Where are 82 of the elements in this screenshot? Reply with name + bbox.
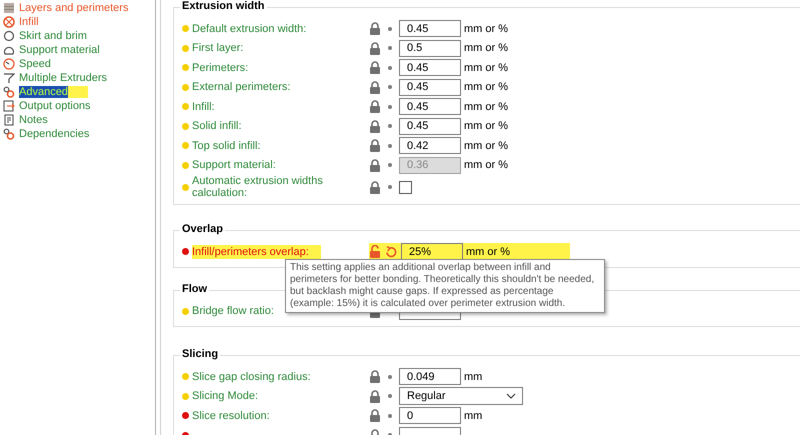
group-title: Flow — [180, 282, 210, 294]
unit-label: mm — [464, 370, 482, 383]
tooltip: This setting applies an additional overlap between infill and perimeters for better bonding. Theoretically this shouldn't be needed, but backlash might cause gaps. If expressed as percentage (example: 15%) it is calculated over perimeter extrusion width. — [285, 259, 605, 313]
setting-label: Infill: — [192, 100, 215, 113]
lock-icon[interactable] — [369, 180, 381, 194]
value-field[interactable]: 0 — [399, 407, 461, 424]
system-dot-icon — [388, 144, 392, 148]
lock-icon[interactable] — [369, 370, 381, 384]
system-dot-icon — [388, 104, 392, 109]
value-field[interactable]: 0.5 — [399, 40, 461, 57]
setting-label: Support material: — [192, 159, 276, 172]
group-title: Extrusion width — [180, 0, 266, 12]
unit-label: mm or % — [464, 159, 508, 172]
setting-label: Default extrusion width: — [192, 22, 306, 35]
lock-icon[interactable] — [369, 120, 381, 133]
output-icon — [3, 100, 15, 112]
sidebar-item[interactable]: Output options — [19, 100, 91, 112]
sidebar-item[interactable]: Multiple Extruders — [19, 72, 108, 84]
setting-label: Infill/perimeters overlap: — [192, 244, 321, 259]
lock-icon[interactable] — [369, 61, 381, 74]
setting-label: Solid infill: — [192, 120, 242, 132]
setting-label: Perimeters: — [192, 62, 248, 74]
lock-icon[interactable] — [369, 139, 381, 152]
unit-label: mm or % — [464, 100, 508, 113]
checkbox[interactable] — [399, 180, 412, 194]
lock-icon[interactable] — [369, 42, 381, 55]
setting-label: Automatic extrusion widths calculation: — [192, 175, 324, 199]
system-dot-icon — [388, 185, 392, 189]
sidebar-item[interactable]: Notes — [19, 114, 48, 126]
lock-icon[interactable] — [369, 80, 381, 94]
system-dot-icon — [388, 394, 392, 398]
sidebar-item[interactable]: Infill — [19, 16, 39, 28]
infill-icon — [3, 16, 15, 28]
unit-label: mm or % — [464, 120, 508, 132]
value-field[interactable]: 0.42 — [399, 137, 461, 154]
speed-icon — [3, 58, 15, 70]
setting-label: Slice resolution: — [192, 410, 270, 422]
value-field[interactable]: 0.45 — [399, 20, 461, 38]
group-title: Overlap — [180, 223, 225, 235]
system-dot-icon — [388, 26, 392, 31]
setting-label: Bridge flow ratio: — [192, 305, 274, 318]
chevron-down-icon — [506, 393, 516, 400]
sidebar-item[interactable]: Skirt and brim — [19, 30, 87, 42]
setting-label: Slicing Mode: — [192, 390, 258, 402]
lock-icon[interactable] — [369, 22, 381, 36]
value-field[interactable]: 0.45 — [399, 118, 461, 135]
lock-icon[interactable] — [369, 409, 381, 422]
unit-label: mm or % — [464, 62, 508, 74]
sidebar-item[interactable]: Speed — [19, 58, 51, 70]
group-title: Slicing — [180, 348, 220, 360]
system-dot-icon — [388, 124, 392, 128]
system-dot-icon — [388, 414, 392, 418]
system-dot-icon — [388, 46, 392, 50]
unit-label: mm or % — [464, 81, 508, 94]
system-dot-icon — [388, 85, 392, 90]
unit-label: mm or % — [464, 22, 508, 35]
unit-label: mm — [464, 410, 482, 422]
unit-label: mm or % — [464, 140, 508, 152]
notes-icon — [3, 114, 15, 126]
lock-icon[interactable] — [369, 390, 381, 403]
unit-label: mm or % — [464, 42, 508, 54]
lock-icon[interactable] — [369, 100, 381, 114]
sidebar-item[interactable]: Layers and perimeters — [19, 2, 128, 14]
mode-dropdown[interactable]: Regular — [399, 387, 523, 406]
layers-icon — [3, 2, 15, 14]
value-field[interactable]: 0.049 — [399, 368, 461, 386]
unit-label: mm or % — [466, 246, 510, 258]
value-field[interactable]: 25% — [401, 243, 463, 260]
setting-label: First layer: — [192, 42, 244, 54]
system-dot-icon — [388, 374, 392, 379]
setting-label: Top solid infill: — [192, 140, 260, 152]
system-dot-icon — [388, 66, 392, 70]
unlocked-icon[interactable] — [369, 245, 381, 258]
sidebar-item[interactable]: Support material — [19, 44, 100, 56]
sidebar-item[interactable]: Dependencies — [19, 128, 90, 140]
undo-icon[interactable] — [385, 246, 397, 258]
value-field[interactable]: 0.45 — [399, 78, 461, 96]
setting-label: Slice gap closing radius: — [192, 370, 311, 383]
system-dot-icon — [388, 163, 392, 168]
setting-label: External perimeters: — [192, 81, 290, 94]
value-field[interactable]: 0.45 — [399, 59, 461, 76]
value-field[interactable]: 0.45 — [399, 98, 461, 116]
